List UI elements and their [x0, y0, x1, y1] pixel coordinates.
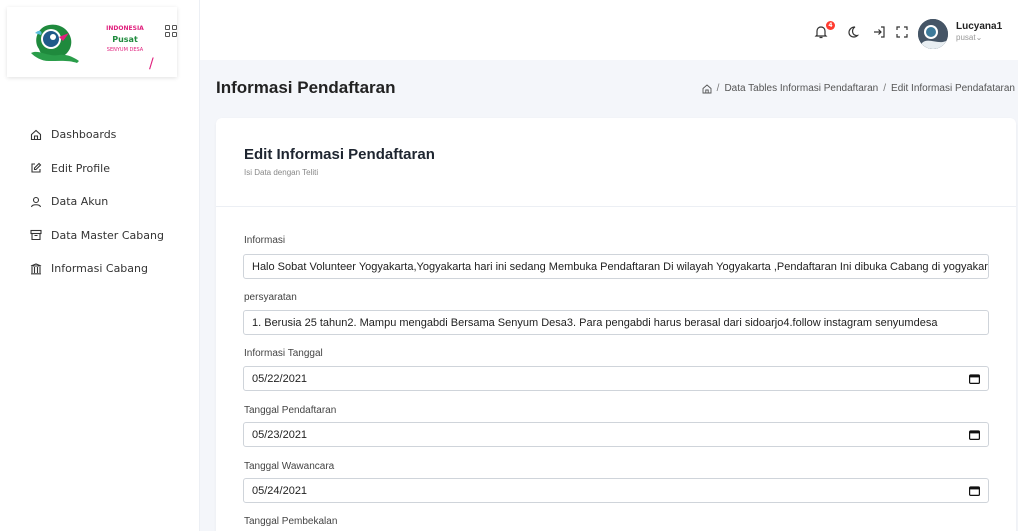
logo-line3: SENYUM DESA [106, 47, 144, 53]
field-label-informasi-tanggal: Informasi Tanggal [244, 348, 323, 359]
login-icon[interactable] [872, 25, 886, 39]
sidebar-menu: Dashboards Edit Profile Data Akun Data M… [0, 118, 200, 286]
sidebar-item-label: Dashboards [51, 128, 117, 142]
fullscreen-icon[interactable] [895, 25, 909, 39]
user-role[interactable]: pusat⌄ [956, 33, 982, 42]
sidebar-item-label: Data Akun [51, 195, 109, 209]
date-value: 05/23/2021 [252, 428, 308, 441]
sidebar-item-data-akun[interactable]: Data Akun [0, 185, 200, 219]
breadcrumb: / Data Tables Informasi Pendaftaran / Ed… [702, 83, 1015, 94]
sidebar-item-edit-profile[interactable]: Edit Profile [0, 152, 200, 186]
avatar-image-icon [918, 19, 948, 49]
user-name[interactable]: Lucyana1 [956, 21, 1002, 32]
sidebar-item-dashboards[interactable]: Dashboards [0, 118, 200, 152]
home-icon [30, 129, 42, 140]
archive-icon [30, 230, 42, 241]
logo-line1: INDONESIA [106, 25, 144, 32]
form-card: Edit Informasi Pendaftaran Isi Data deng… [216, 118, 1016, 531]
user-icon [30, 196, 42, 207]
logo-slash: / [149, 56, 154, 72]
informasi-input[interactable]: Halo Sobat Volunteer Yogyakarta,Yogyakar… [243, 254, 989, 279]
breadcrumb-separator: / [716, 83, 720, 94]
sidebar-item-label: Data Master Cabang [51, 228, 164, 242]
grid-toggle-icon[interactable] [165, 25, 177, 37]
persyaratan-input[interactable]: 1. Berusia 25 tahun2. Mampu mengabdi Ber… [243, 310, 989, 335]
date-value: 05/24/2021 [252, 484, 308, 497]
logo-line2: Pusat [112, 35, 138, 44]
logo[interactable]: INDONESIA Pusat SENYUM DESA / [7, 7, 177, 77]
calendar-icon[interactable] [969, 486, 980, 496]
home-icon[interactable] [702, 83, 712, 94]
columns-icon [30, 263, 42, 275]
tanggal-wawancara-date-input[interactable]: 05/24/2021 [243, 478, 989, 503]
avatar[interactable] [918, 19, 948, 49]
edit-icon [31, 162, 42, 173]
page-title: Informasi Pendaftaran [216, 78, 396, 97]
tanggal-pendaftaran-date-input[interactable]: 05/23/2021 [243, 422, 989, 447]
field-label-tanggal-pendaftaran: Tanggal Pendaftaran [244, 405, 337, 416]
breadcrumb-item-current: Edit Informasi Pendafataran [891, 83, 1015, 94]
notification-badge: 4 [826, 21, 835, 30]
topbar: 4 Lucyana1 pusat⌄ [200, 0, 1018, 60]
form-subtitle: Isi Data dengan Teliti [244, 168, 319, 177]
field-label-persyaratan: persyaratan [244, 292, 297, 303]
bird-logo-icon [31, 24, 79, 63]
sidebar-item-informasi-cabang[interactable]: Informasi Cabang [0, 252, 200, 286]
breadcrumb-separator: / [883, 83, 887, 94]
sidebar: INDONESIA Pusat SENYUM DESA / Dashboards… [0, 0, 200, 531]
sidebar-item-label: Edit Profile [51, 161, 111, 175]
divider [216, 206, 1016, 207]
moon-icon[interactable] [846, 25, 860, 39]
sidebar-item-label: Informasi Cabang [51, 262, 148, 276]
sidebar-item-data-master-cabang[interactable]: Data Master Cabang [0, 219, 200, 253]
calendar-icon[interactable] [969, 374, 980, 384]
calendar-icon[interactable] [969, 430, 980, 440]
informasi-tanggal-date-input[interactable]: 05/22/2021 [243, 366, 989, 391]
field-label-tanggal-wawancara: Tanggal Wawancara [244, 461, 335, 472]
logo-text: INDONESIA Pusat SENYUM DESA [95, 24, 155, 55]
date-value: 05/22/2021 [252, 372, 308, 385]
form-title: Edit Informasi Pendaftaran [244, 146, 435, 163]
field-label-informasi: Informasi [244, 235, 286, 246]
field-label-tanggal-pembekalan: Tanggal Pembekalan [244, 516, 338, 527]
breadcrumb-item[interactable]: Data Tables Informasi Pendaftaran [724, 83, 878, 94]
